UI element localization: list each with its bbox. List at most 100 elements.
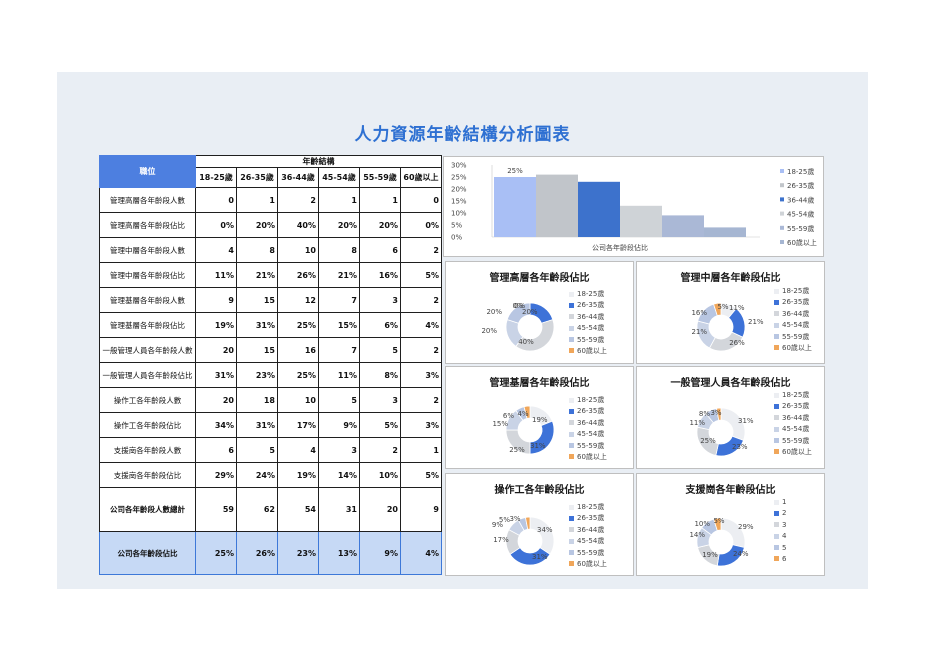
table-cell: 11% (195, 262, 237, 288)
donut-data-label: 16% (691, 309, 707, 317)
legend-label: 18-25歲 (577, 396, 605, 404)
legend-label: 36-44歲 (787, 195, 814, 204)
legend-label: 55-59歲 (577, 335, 605, 344)
y-tick-label: 10% (451, 210, 467, 218)
donut-data-label: 19% (702, 551, 718, 559)
legend-swatch (569, 504, 574, 510)
legend-swatch (780, 240, 784, 244)
legend-swatch (569, 348, 574, 354)
y-tick-label: 0% (451, 234, 462, 242)
table-cell: 4 (195, 237, 237, 263)
donut-data-label: 4% (517, 410, 528, 418)
legend-swatch (569, 443, 574, 449)
table-cell: 3% (400, 412, 442, 438)
table-cell: 25% (277, 312, 319, 338)
donut-data-label: 5% (717, 303, 728, 311)
legend-item: 26-35歲 (774, 297, 812, 308)
legend-item: 2 (774, 508, 786, 519)
donut-data-label: 21% (691, 328, 707, 336)
bar (536, 174, 578, 237)
legend-label: 3 (782, 520, 787, 529)
legend-label: 26-35歲 (577, 301, 605, 310)
legend-swatch (780, 183, 784, 188)
row-label: 管理基層各年齡段佔比 (99, 312, 196, 338)
pie-chart-panel: 操作工各年齡段佔比 34% 31% 17% 9% 5% 3% 18-25歲 26-35歲 36-4… (445, 473, 634, 576)
table-cell: 59 (195, 487, 237, 532)
table-cell: 18 (236, 387, 278, 413)
legend-item: 55-59歲 (774, 332, 812, 343)
legend-swatch (774, 403, 779, 409)
table-cell: 4% (400, 531, 442, 575)
donut-data-label: 25% (700, 437, 716, 445)
legend-label: 45-54歲 (577, 537, 605, 546)
legend-item: 18-25歲 (569, 395, 607, 406)
table-cell: 5% (359, 412, 401, 438)
table-cell: 2 (400, 337, 442, 363)
donut-data-label: 20% (486, 308, 502, 316)
legend-item: 60歲以上 (569, 452, 607, 463)
legend-swatch (780, 211, 784, 216)
table-cell: 62 (236, 487, 278, 532)
donut-data-label: 20% (481, 327, 497, 335)
legend-swatch (774, 426, 779, 432)
legend-label: 45-54歲 (782, 321, 810, 330)
legend-item: 60歲以上 (774, 343, 812, 354)
pie-legend: 1 2 3 4 5 6 (774, 497, 786, 565)
row-label: 一般管理人員各年齡段人數 (99, 337, 196, 363)
legend-label: 60歲以上 (782, 447, 812, 456)
donut-data-label: 6% (503, 412, 514, 420)
legend-item: 55-59歲 (774, 436, 812, 447)
donut-data-label: 25% (509, 446, 525, 454)
donut-data-label: 40% (518, 338, 534, 346)
table-cell: 7 (318, 287, 360, 313)
legend-label: 55-59歲 (782, 332, 810, 341)
table-cell: 5 (318, 387, 360, 413)
legend-label: 18-25歲 (787, 167, 814, 176)
legend-label: 45-54歲 (577, 430, 605, 439)
legend-item: 55-59歲 (569, 335, 607, 346)
legend-label: 60歲以上 (577, 559, 607, 568)
legend-swatch (569, 325, 574, 331)
legend-swatch (569, 538, 574, 544)
table-body: 管理高層各年齡段人數 0 1 2 1 1 0 管理高層各年齡段佔比 0% 20% 40% 20% 20%… (99, 187, 442, 575)
legend-item: 60歲以上 (774, 447, 812, 458)
legend-label: 26-35歲 (577, 514, 605, 523)
legend-swatch (774, 438, 779, 444)
bar-chart: 0% 5% 10% 15% 20% 25% 30% 25% 公司各年齡段佔比 18-25歲 26-3… (451, 162, 817, 253)
pie-chart-panel: 管理中層各年齡段佔比 11% 21% 26% 21% 16% 5% 18-25歲 26-35歲 3… (636, 261, 825, 364)
legend-label: 18-25歲 (577, 290, 605, 298)
bar-data-label: 25% (507, 167, 523, 175)
donut-chart: 29% 24% 19% 14% 10% 5% (689, 517, 754, 567)
donut-data-label: 31% (738, 417, 754, 425)
pie-legend: 18-25歲 26-35歲 36-44歲 45-54歲 55-59歲 60歲以上 (774, 286, 812, 354)
legend-swatch (774, 288, 779, 294)
table-cell: 7 (318, 337, 360, 363)
table-cell: 9 (400, 487, 442, 532)
legend-label: 18-25歲 (782, 287, 810, 295)
table-row: 公司各年齡段佔比 25% 26% 23% 13% 9% 4% (99, 531, 442, 575)
table-cell: 19% (277, 462, 319, 488)
legend-swatch (774, 510, 779, 516)
table-cell: 3 (359, 287, 401, 313)
table-cell: 31% (236, 312, 278, 338)
legend-label: 5 (782, 543, 787, 552)
table-cell: 2 (400, 387, 442, 413)
donut-data-label: 11% (729, 304, 745, 312)
donut-data-label: 29% (738, 523, 754, 531)
legend-item: 18-25歲 (569, 289, 607, 300)
legend-item: 18-25歲 (569, 502, 607, 513)
donut-data-label: 11% (689, 419, 705, 427)
table-row: 操作工各年齡段人數 20 18 10 5 3 2 (99, 387, 442, 413)
table-cell: 12 (277, 287, 319, 313)
legend-label: 1 (782, 498, 787, 506)
table-row: 管理基層各年齡段佔比 19% 31% 25% 15% 6% 4% (99, 312, 442, 338)
table-cell: 0% (400, 212, 442, 238)
table-cell: 8 (318, 237, 360, 263)
donut-data-label: 0% (512, 302, 523, 310)
legend-item: 36-44歲 (569, 525, 607, 536)
legend-label: 4 (782, 532, 787, 541)
row-label: 操作工各年齡段佔比 (99, 412, 196, 438)
legend-item: 26-35歲 (774, 401, 812, 412)
legend-swatch (569, 314, 574, 320)
row-label: 公司各年齡段人數總計 (99, 487, 196, 532)
